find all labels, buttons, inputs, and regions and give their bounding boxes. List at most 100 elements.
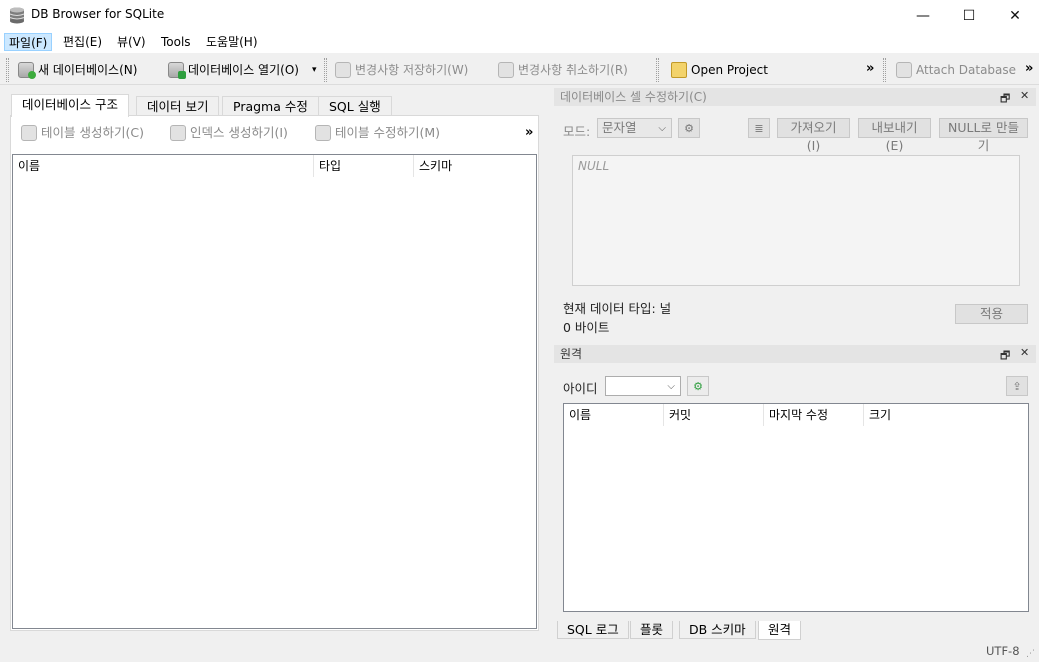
create-table-icon bbox=[21, 125, 37, 141]
identity-select[interactable]: ⌵ bbox=[605, 376, 681, 396]
tab-plot[interactable]: 플롯 bbox=[630, 621, 674, 639]
open-database-label: 데이터베이스 열기(O) bbox=[188, 63, 299, 77]
menu-view[interactable]: 뷰(V) bbox=[113, 33, 150, 51]
cell-editor[interactable] bbox=[572, 155, 1020, 286]
menu-file[interactable]: 파일(F) bbox=[4, 33, 53, 51]
app-database-icon bbox=[9, 7, 25, 24]
structure-overflow-icon[interactable]: » bbox=[525, 125, 533, 140]
open-database-icon bbox=[168, 62, 186, 79]
remote-column-name[interactable]: 이름 bbox=[564, 404, 664, 426]
remote-push-button[interactable]: ⇪ bbox=[1006, 376, 1028, 396]
gear-icon: ⚙ bbox=[684, 121, 694, 135]
menu-help[interactable]: 도움말(H) bbox=[202, 33, 262, 51]
create-index-label: 인덱스 생성하기(I) bbox=[190, 125, 288, 140]
apply-button[interactable]: 적용 bbox=[955, 304, 1028, 324]
remote-column-size[interactable]: 크기 bbox=[864, 404, 1028, 426]
tab-edit-pragmas[interactable]: Pragma 수정 bbox=[222, 96, 319, 115]
create-table-button[interactable]: 테이블 생성하기(C) bbox=[21, 123, 144, 143]
align-icon: ≣ bbox=[754, 121, 764, 135]
modify-table-button[interactable]: 테이블 수정하기(M) bbox=[315, 123, 440, 143]
modify-table-icon bbox=[315, 125, 331, 141]
open-database-button[interactable]: 데이터베이스 열기(O) bbox=[168, 59, 299, 81]
resize-grip-icon[interactable]: ⋰ bbox=[1026, 649, 1035, 659]
new-database-button[interactable]: 새 데이터베이스(N) bbox=[18, 59, 137, 81]
column-header-name[interactable]: 이름 bbox=[13, 155, 314, 177]
auto-switch-button[interactable]: ⚙ bbox=[678, 118, 700, 138]
maximize-icon: ☐ bbox=[962, 7, 976, 24]
tab-database-structure[interactable]: 데이터베이스 구조 bbox=[11, 94, 129, 117]
open-database-dropdown-icon[interactable]: ▾ bbox=[312, 65, 317, 75]
status-bar: UTF-8 ⋰ bbox=[0, 641, 1039, 662]
create-index-button[interactable]: 인덱스 생성하기(I) bbox=[170, 123, 288, 143]
create-table-label: 테이블 생성하기(C) bbox=[41, 125, 144, 140]
create-index-icon bbox=[170, 125, 186, 141]
edit-cell-dock-title: 데이터베이스 셀 수정하기(C) bbox=[554, 88, 1036, 106]
toolbar-overflow-icon-2[interactable]: » bbox=[1025, 61, 1033, 76]
export-button[interactable]: 내보내기(E) bbox=[858, 118, 931, 153]
toolbar-separator bbox=[324, 58, 327, 82]
tab-execute-sql[interactable]: SQL 실행 bbox=[318, 96, 392, 115]
dock-float-icon[interactable]: 🗗 bbox=[1000, 347, 1010, 366]
toolbar-overflow-icon[interactable]: » bbox=[866, 61, 874, 76]
remote-settings-button[interactable]: ⚙ bbox=[687, 376, 709, 396]
revert-icon bbox=[498, 62, 514, 78]
attach-database-label: Attach Database bbox=[916, 63, 1017, 77]
word-wrap-button[interactable]: ≣ bbox=[748, 118, 770, 138]
attach-database-button[interactable]: Attach Database bbox=[896, 59, 1016, 81]
tab-sql-log[interactable]: SQL 로그 bbox=[557, 621, 629, 639]
toolbar-separator bbox=[656, 58, 659, 82]
tab-db-schema[interactable]: DB 스키마 bbox=[679, 621, 756, 639]
minimize-icon: — bbox=[916, 7, 930, 24]
push-icon: ⇪ bbox=[1012, 379, 1022, 393]
set-null-button[interactable]: NULL로 만들기 bbox=[939, 118, 1028, 153]
close-button[interactable]: ✕ bbox=[992, 0, 1038, 31]
remote-column-last-modified[interactable]: 마지막 수정 bbox=[764, 404, 864, 426]
data-size-info: 0 바이트 bbox=[563, 320, 610, 335]
tab-browse-data[interactable]: 데이터 보기 bbox=[136, 96, 220, 115]
cell-editor-placeholder: NULL bbox=[578, 159, 610, 173]
window-title: DB Browser for SQLite bbox=[31, 7, 165, 21]
toolbar-grip[interactable] bbox=[6, 58, 9, 82]
revert-changes-label: 변경사항 취소하기(R) bbox=[518, 63, 628, 77]
chevron-down-icon: ⌵ bbox=[658, 123, 666, 134]
new-database-label: 새 데이터베이스(N) bbox=[38, 63, 138, 77]
new-database-icon bbox=[18, 62, 36, 79]
import-button[interactable]: 가져오기(I) bbox=[777, 118, 850, 153]
mode-label: 모드: bbox=[563, 124, 591, 139]
open-project-button[interactable]: Open Project bbox=[671, 59, 768, 81]
menu-edit[interactable]: 편집(E) bbox=[59, 33, 106, 51]
modify-table-label: 테이블 수정하기(M) bbox=[335, 125, 441, 140]
dock-float-icon[interactable]: 🗗 bbox=[1000, 90, 1010, 109]
maximize-button[interactable]: ☐ bbox=[946, 0, 992, 31]
toolbar-grip[interactable] bbox=[883, 58, 886, 82]
structure-tree[interactable]: 이름 타입 스키마 bbox=[12, 154, 537, 629]
column-header-type[interactable]: 타입 bbox=[314, 155, 414, 177]
write-changes-label: 변경사항 저장하기(W) bbox=[355, 63, 469, 77]
menu-tools[interactable]: Tools bbox=[157, 33, 195, 51]
remote-dock-title: 원격 bbox=[554, 345, 1036, 363]
close-icon: ✕ bbox=[1009, 7, 1021, 24]
mode-value: 문자열 bbox=[602, 120, 637, 135]
remote-column-commit[interactable]: 커밋 bbox=[664, 404, 764, 426]
remote-files-table[interactable]: 이름 커밋 마지막 수정 크기 bbox=[563, 403, 1029, 612]
project-icon bbox=[671, 62, 687, 78]
open-project-label: Open Project bbox=[691, 63, 768, 77]
dock-close-icon[interactable]: ✕ bbox=[1020, 346, 1029, 359]
encoding-status: UTF-8 bbox=[986, 644, 1020, 658]
mode-select[interactable]: 문자열 ⌵ bbox=[597, 118, 672, 138]
identity-label: 아이디 bbox=[563, 381, 598, 396]
tab-remote[interactable]: 원격 bbox=[758, 621, 802, 640]
dock-close-icon[interactable]: ✕ bbox=[1020, 89, 1029, 102]
write-changes-button[interactable]: 변경사항 저장하기(W) bbox=[335, 59, 468, 81]
minimize-button[interactable]: — bbox=[900, 0, 946, 31]
gear-icon: ⚙ bbox=[693, 379, 703, 393]
save-icon bbox=[335, 62, 351, 78]
main-toolbar: 새 데이터베이스(N) 데이터베이스 열기(O) ▾ 변경사항 저장하기(W) … bbox=[0, 53, 1039, 85]
revert-changes-button[interactable]: 변경사항 취소하기(R) bbox=[498, 59, 628, 81]
data-type-info: 현재 데이터 타입: 널 bbox=[563, 301, 672, 316]
title-bar: DB Browser for SQLite — ☐ ✕ bbox=[0, 0, 1039, 31]
attach-database-icon bbox=[896, 62, 912, 78]
column-header-schema[interactable]: 스키마 bbox=[414, 155, 536, 177]
menu-bar: 파일(F) 편집(E) 뷰(V) Tools 도움말(H) bbox=[0, 31, 1039, 53]
chevron-down-icon: ⌵ bbox=[667, 381, 675, 392]
